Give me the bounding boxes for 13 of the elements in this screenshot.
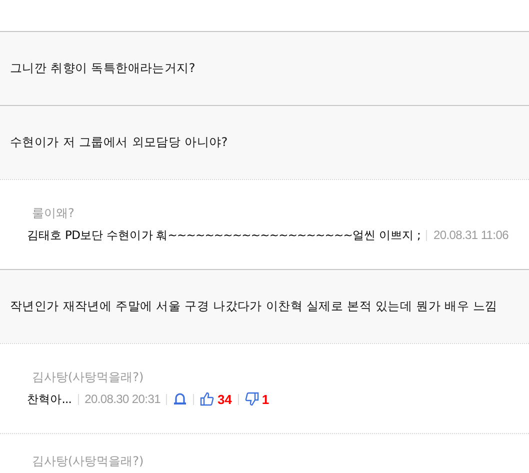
like-button[interactable]: 34 [200,392,232,406]
dislike-button[interactable]: 1 [244,392,270,406]
nickname: 룰이왜? [32,205,76,221]
nickname: 김사탕(사탕먹을래?) [32,369,145,385]
comment-text: 작년인가 재작년에 주말에 서울 구경 나갔다가 이찬혁 실제로 본적 있는데 뭔가 배우 느낌 [10,298,498,315]
reply-text: 김태호 PD보단 수현이가 훠~~~~~~~~~~~~~~~~~~~~얼씬 이쁘지 ; [27,228,420,242]
comment-date: 20.08.31 11:06 [433,228,508,242]
nickname: 김사탕(사탕먹을래?) [32,453,145,469]
comment-text: 수현이가 저 그룹에서 외모담당 아니야? [10,134,228,151]
comment-text: 그니깐 취향이 독특한애라는거지? [10,60,196,77]
comment-date: 20.08.30 20:31 [84,392,160,406]
reply-text: 찬혁아... [27,392,72,406]
report-icon[interactable] [173,393,188,405]
